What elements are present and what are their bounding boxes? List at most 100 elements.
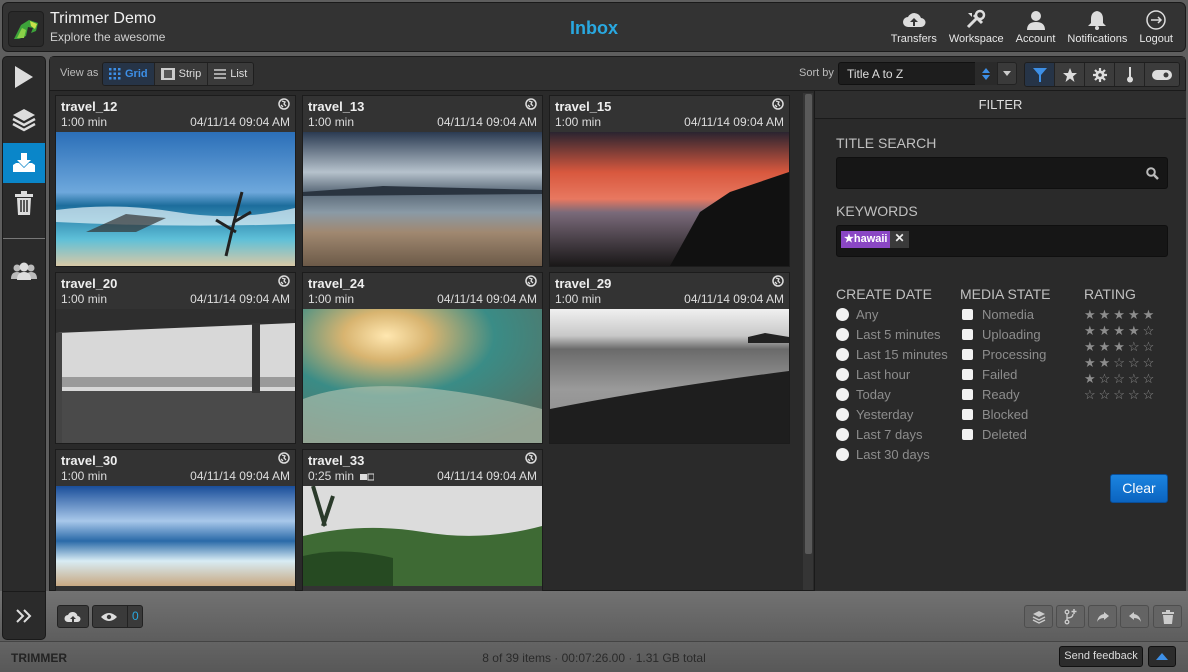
watch-button[interactable]: 0 <box>92 605 143 628</box>
nav-account[interactable]: Account <box>1010 9 1062 45</box>
media-date: 04/11/14 09:04 AM <box>190 292 290 306</box>
radio-button[interactable] <box>836 367 849 381</box>
stack-button[interactable] <box>1024 605 1053 628</box>
checkbox[interactable] <box>962 328 973 340</box>
forward-button[interactable] <box>1088 605 1117 628</box>
send-feedback-button[interactable]: Send feedback <box>1059 646 1143 667</box>
view-strip-button[interactable]: Strip <box>154 63 209 85</box>
create-date-option[interactable]: Today <box>836 384 948 404</box>
media-state-option[interactable]: Failed <box>960 364 1051 384</box>
globe-icon[interactable] <box>525 98 537 110</box>
media-card[interactable]: travel_12 1:00 min 04/11/14 09:04 AM <box>55 95 296 267</box>
media-title: travel_15 <box>555 99 612 114</box>
create-date-option[interactable]: Last hour <box>836 364 948 384</box>
globe-icon[interactable] <box>278 452 290 464</box>
view-grid-button[interactable]: Grid <box>103 63 155 85</box>
checkbox[interactable] <box>962 348 973 360</box>
expand-sidebar-button[interactable] <box>2 591 46 640</box>
view-label: Grid <box>125 68 148 80</box>
sort-direction-toggle[interactable] <box>975 62 997 85</box>
reply-button[interactable] <box>1120 605 1149 628</box>
media-state-option[interactable]: Nomedia <box>960 304 1051 324</box>
media-state-option[interactable]: Blocked <box>960 404 1051 424</box>
nav-workspace[interactable]: Workspace <box>943 9 1010 45</box>
globe-icon[interactable] <box>278 275 290 287</box>
rating-option[interactable]: ☆☆☆☆☆ <box>1084 387 1157 403</box>
temperature-tool-button[interactable] <box>1115 63 1145 86</box>
expand-panel-button[interactable] <box>1148 646 1176 667</box>
view-list-button[interactable]: List <box>208 63 254 85</box>
media-thumbnail[interactable] <box>56 486 295 586</box>
checkbox[interactable] <box>962 408 973 420</box>
radio-button[interactable] <box>836 307 849 321</box>
upload-button[interactable] <box>57 605 89 628</box>
checkbox[interactable] <box>962 368 973 380</box>
media-thumbnail[interactable] <box>303 486 542 586</box>
media-thumbnail[interactable] <box>550 309 789 443</box>
sidebar-item-users[interactable] <box>3 251 45 291</box>
media-thumbnail[interactable] <box>56 309 295 443</box>
media-state-option[interactable]: Ready <box>960 384 1051 404</box>
rating-option[interactable]: ★★★★★ <box>1084 307 1157 323</box>
user-icon <box>1026 11 1045 30</box>
media-thumbnail[interactable] <box>56 132 295 266</box>
media-card[interactable]: travel_15 1:00 min 04/11/14 09:04 AM <box>549 95 790 267</box>
create-date-option[interactable]: Last 30 days <box>836 444 948 464</box>
globe-icon[interactable] <box>525 452 537 464</box>
media-state-label: MEDIA STATE <box>960 286 1051 302</box>
app-logo[interactable] <box>8 11 44 47</box>
globe-icon[interactable] <box>278 98 290 110</box>
delete-button[interactable] <box>1153 605 1182 628</box>
title-search-input[interactable] <box>836 157 1168 189</box>
media-card[interactable]: travel_29 1:00 min 04/11/14 09:04 AM <box>549 272 790 444</box>
globe-icon[interactable] <box>772 98 784 110</box>
globe-icon[interactable] <box>772 275 784 287</box>
checkbox[interactable] <box>962 308 973 320</box>
media-card[interactable]: travel_24 1:00 min 04/11/14 09:04 AM <box>302 272 543 444</box>
media-card[interactable]: travel_20 1:00 min 04/11/14 09:04 AM <box>55 272 296 444</box>
rating-option[interactable]: ★☆☆☆☆ <box>1084 371 1157 387</box>
sidebar-item-inbox[interactable] <box>3 143 45 183</box>
create-date-option[interactable]: Any <box>836 304 948 324</box>
radio-button[interactable] <box>836 447 849 461</box>
radio-button[interactable] <box>836 327 849 341</box>
settings-tool-button[interactable] <box>1085 63 1115 86</box>
media-state-option[interactable]: Processing <box>960 344 1051 364</box>
clear-filters-button[interactable]: Clear <box>1110 474 1168 503</box>
radio-button[interactable] <box>836 387 849 401</box>
checkbox[interactable] <box>962 428 973 440</box>
nav-transfers[interactable]: Transfers <box>885 9 943 45</box>
sidebar-item-play[interactable] <box>3 57 45 97</box>
create-date-option[interactable]: Last 5 minutes <box>836 324 948 344</box>
remove-keyword-icon[interactable]: ✕ <box>890 231 909 248</box>
nav-notifications[interactable]: Notifications <box>1061 9 1133 45</box>
sidebar-item-layers[interactable] <box>3 99 45 139</box>
rating-option[interactable]: ★★☆☆☆ <box>1084 355 1157 371</box>
globe-icon[interactable] <box>525 275 537 287</box>
radio-button[interactable] <box>836 407 849 421</box>
rating-option[interactable]: ★★★☆☆ <box>1084 339 1157 355</box>
radio-button[interactable] <box>836 427 849 441</box>
rating-option[interactable]: ★★★★☆ <box>1084 323 1157 339</box>
filter-tool-button[interactable] <box>1025 63 1055 86</box>
media-card[interactable]: travel_13 1:00 min 04/11/14 09:04 AM <box>302 95 543 267</box>
sort-dropdown-button[interactable] <box>997 62 1017 85</box>
option-label: Last hour <box>856 366 911 382</box>
grid-scrollbar-thumb[interactable] <box>805 94 812 554</box>
media-state-option[interactable]: Uploading <box>960 324 1051 344</box>
toggle-tool-button[interactable] <box>1145 63 1179 86</box>
nav-logout[interactable]: Logout <box>1133 9 1179 45</box>
media-thumbnail[interactable] <box>303 132 542 266</box>
branch-button[interactable] <box>1056 605 1085 628</box>
sidebar-item-trash[interactable] <box>3 183 45 223</box>
create-date-option[interactable]: Yesterday <box>836 404 948 424</box>
radio-button[interactable] <box>836 347 849 361</box>
media-thumbnail[interactable] <box>303 309 542 443</box>
star-tool-button[interactable] <box>1055 63 1085 86</box>
create-date-option[interactable]: Last 15 minutes <box>836 344 948 364</box>
media-state-option[interactable]: Deleted <box>960 424 1051 444</box>
keywords-input[interactable]: ★hawaii ✕ <box>836 225 1168 257</box>
media-thumbnail[interactable] <box>550 132 789 266</box>
checkbox[interactable] <box>962 388 973 400</box>
create-date-option[interactable]: Last 7 days <box>836 424 948 444</box>
